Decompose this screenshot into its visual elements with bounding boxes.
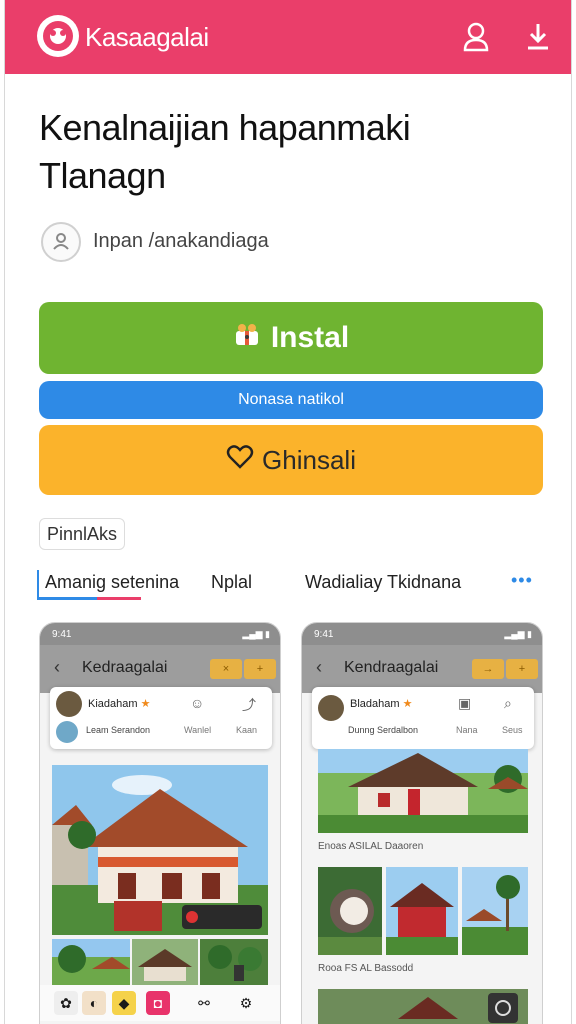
title-line-1: Kenalnaijian hapanmaki [39,107,411,148]
logo[interactable] [37,15,79,57]
download-icon [528,24,548,50]
star-icon: ★ [402,698,413,710]
wishlist-button[interactable]: Ghinsali [39,425,543,495]
screen-share-icon: + [244,659,276,679]
signal-icon: ▂▄▆ ▮ [504,629,532,639]
top-bar: Kasaagalai [5,0,571,74]
screen-action-icon: × [210,659,242,679]
status-bar: 9:41 ▂▄▆ ▮ [40,623,280,645]
tab-indicator-left [37,570,39,598]
section-heading-1: Enoas ASILAL Daaoren [318,841,424,852]
house-photo [52,765,268,935]
profile-name: Bladaham [350,698,400,710]
wishlist-label: Ghinsali [262,444,356,475]
profile-avatar [318,695,344,721]
star-icon: ★ [140,698,151,710]
app-frame: Kasaagalai Kenalnaijian hapanmaki Tlanag… [4,0,572,1024]
secondary-avatar [56,721,78,743]
user-icon [463,22,489,52]
profile-sub: Leam Serandon [86,725,151,735]
share-icon: ⤴ [242,697,256,713]
tab-details[interactable]: Wadialiay Tkidnana [305,572,461,593]
tab-bar: Amanig setenina Nplal Wadialiay Tkidnana… [5,568,571,608]
heart-icon [226,444,254,477]
profile-name: Kiadaham [88,698,138,710]
card-label-2: Kaan [236,725,258,735]
status-time: 9:41 [314,629,334,640]
screen-share-icon: + [506,659,538,679]
back-arrow-icon: ‹ [316,657,322,677]
brand-name: Kasaagalai [85,22,209,52]
back-arrow-icon: ‹ [54,657,60,677]
category-chip[interactable]: PinnlAks [39,518,125,550]
tab-active-indicator [37,597,97,600]
thumbnail-2[interactable] [386,867,458,955]
screen-bottom-nav: ✿ ◐ ◆ ◘ ⚯ ⚙ [40,985,280,1021]
install-button[interactable]: Instal [39,302,543,374]
thumbnail-3[interactable] [462,867,528,955]
profile-name-row: Bladaham ★ [350,697,412,710]
screenshot-1[interactable]: 9:41 ▂▄▆ ▮ ‹ Kedraagalai × + Kiadaham ★ … [39,622,281,1024]
screen-title: Kendraagalai [344,659,439,676]
nav-explore-icon: ◐ [82,991,106,1015]
nav-active-icon: ◘ [146,991,170,1015]
author-name[interactable]: Inpan /anakandiaga [93,230,269,253]
card-label-1: Wanlel [184,725,212,735]
secondary-action-label: Nonasa natikol [238,391,344,408]
nav-home-icon: ✿ [54,991,78,1015]
profile-card: Bladaham ★ Dunng Serdalbon ▣ ⌕ Nana Seus [312,687,534,749]
screen-action-icon: → [472,659,504,679]
section-heading-2: Rooa FS AL Bassodd [318,963,414,974]
screen-app-bar: ‹ Kendraagalai → + [302,645,542,693]
nav-share-icon: ⚯ [198,995,210,1011]
card-label-1: Nana [456,725,478,735]
card-label-2: Seus [502,725,523,735]
title-line-2: Tlanagn [39,155,166,196]
house-photo [318,749,528,833]
nav-shop-icon: ◆ [112,991,136,1015]
install-label: Instal [270,321,350,354]
profile-button[interactable] [461,20,491,54]
page-title: Kenalnaijian hapanmaki Tlanagn [39,104,539,200]
download-button[interactable] [523,20,553,54]
secondary-action-button[interactable]: Nonasa natikol [39,381,543,419]
chat-icon: ☺ [190,695,205,711]
thumbnail-1[interactable] [318,867,382,955]
profile-sub: Dunng Serdalbon [348,725,419,735]
gift-icon [233,320,261,356]
status-time: 9:41 [52,629,72,640]
thumbnail-1[interactable] [52,939,130,985]
screen-app-bar: ‹ Kedraagalai × + [40,645,280,693]
profile-card: Kiadaham ★ Leam Serandon ☺ ⤴ Wanlel Kaan [50,687,272,749]
screen-title: Kedraagalai [82,659,168,676]
tab-overview[interactable]: Amanig setenina [45,572,179,593]
person-icon [53,233,69,250]
status-bar: 9:41 ▂▄▆ ▮ [302,623,542,645]
nav-settings-icon: ⚙ [239,995,253,1011]
tab-nplal[interactable]: Nplal [211,572,252,593]
bookmark-icon: ▣ [458,695,472,711]
profile-avatar [56,691,82,717]
thumbnail-3[interactable] [200,939,268,985]
thumbnail-2[interactable] [132,939,198,985]
signal-icon: ▂▄▆ ▮ [242,629,270,639]
search-icon: ⌕ [504,695,512,711]
thumbnail-row[interactable] [318,989,528,1024]
profile-name-row: Kiadaham ★ [88,697,150,710]
screenshot-2[interactable]: 9:41 ▂▄▆ ▮ ‹ Kendraagalai → + Bladaham ★… [301,622,543,1024]
logo-icon [43,21,73,51]
more-tabs-icon[interactable]: ••• [511,570,533,591]
tab-active-indicator-accent [97,597,141,600]
author-avatar[interactable] [41,222,81,262]
